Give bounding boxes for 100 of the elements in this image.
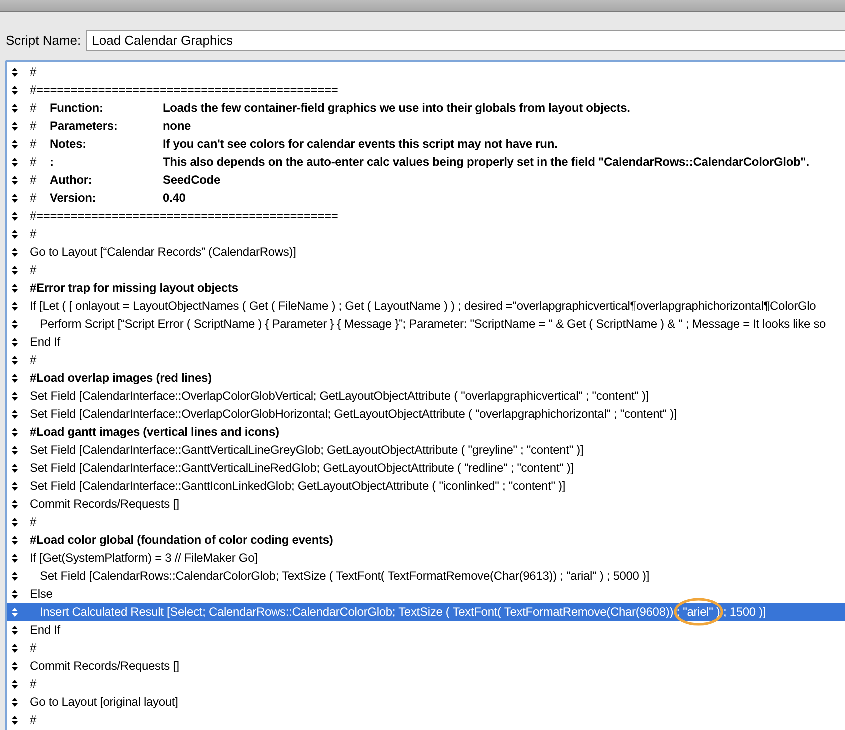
reorder-handle-icon[interactable] xyxy=(12,140,18,148)
reorder-handle-icon[interactable] xyxy=(12,500,18,508)
header-label: Version: xyxy=(50,191,98,205)
script-step-row[interactable]: # Function: Loads the few container-field graphics we use into their globals from layout objects. xyxy=(7,99,845,117)
reorder-handle-icon[interactable] xyxy=(12,536,18,544)
step-text: Commit Records/Requests [] xyxy=(30,497,180,511)
script-step-row[interactable]: # xyxy=(7,711,845,729)
script-step-row[interactable]: Set Field [CalendarInterface::GanttIconLinkedGlob; GetLayoutObjectAttribute ( "iconlinked" ; "content" )] xyxy=(7,477,845,495)
reorder-handle-icon[interactable] xyxy=(12,194,18,202)
script-step-row[interactable]: Set Field [CalendarInterface::OverlapColorGlobHorizontal; GetLayoutObjectAttribute ( "overlapgraphichorizontal" ; "content" )] xyxy=(7,405,845,423)
script-step-row[interactable]: #============================================ xyxy=(7,81,845,99)
reorder-handle-icon[interactable] xyxy=(12,410,18,418)
script-step-row[interactable]: End If xyxy=(7,621,845,639)
script-step-row[interactable]: # xyxy=(7,351,845,369)
step-text: If [Get(SystemPlatform) = 3 // FileMaker Go] xyxy=(30,551,258,565)
script-step-row[interactable]: # xyxy=(7,261,845,279)
reorder-handle-icon[interactable] xyxy=(12,464,18,472)
comment-mark: # xyxy=(30,173,38,187)
script-step-row[interactable]: End If xyxy=(7,333,845,351)
reorder-handle-icon[interactable] xyxy=(12,212,18,220)
reorder-handle-icon[interactable] xyxy=(12,716,18,724)
reorder-handle-icon[interactable] xyxy=(12,338,18,346)
step-text: End If xyxy=(30,623,60,637)
script-step-row[interactable]: #Load overlap images (red lines) xyxy=(7,369,845,387)
step-text: Set Field [CalendarInterface::GanttVerticalLineGreyGlob; GetLayoutObjectAttribute ( "greyline" ; "content" )] xyxy=(30,443,584,457)
step-text: Go to Layout [original layout] xyxy=(30,695,178,709)
script-step-row[interactable]: If [Get(SystemPlatform) = 3 // FileMaker Go] xyxy=(7,549,845,567)
reorder-handle-icon[interactable] xyxy=(12,302,18,310)
step-text: If [Let ( [ onlayout = LayoutObjectNames ( Get ( FileName ) ; Get ( LayoutName ) ) ; desired ="overlapgraphicvertical¶overlapgraphichorizontal¶ColorGlo xyxy=(30,299,816,313)
script-step-row[interactable]: # Notes: If you can't see colors for calendar events this script may not have run. xyxy=(7,135,845,153)
reorder-handle-icon[interactable] xyxy=(12,428,18,436)
script-step-row[interactable]: #Load gantt images (vertical lines and icons) xyxy=(7,423,845,441)
reorder-handle-icon[interactable] xyxy=(12,86,18,94)
reorder-handle-icon[interactable] xyxy=(12,644,18,652)
reorder-handle-icon[interactable] xyxy=(12,248,18,256)
script-step-row[interactable]: # Author: SeedCode xyxy=(7,171,845,189)
reorder-handle-icon[interactable] xyxy=(12,518,18,526)
reorder-handle-icon[interactable] xyxy=(12,68,18,76)
script-step-row[interactable]: Set Field [CalendarRows::CalendarColorGlob; TextSize ( TextFont( TextFormatRemove(Char(9613)) ; "arial" ) ; 5000 )] xyxy=(7,567,845,585)
reorder-handle-icon[interactable] xyxy=(12,356,18,364)
script-name-label: Script Name: xyxy=(6,33,82,48)
header-label: Function: xyxy=(50,101,104,115)
script-step-row[interactable]: Set Field [CalendarInterface::OverlapColorGlobVertical; GetLayoutObjectAttribute ( "overlapgraphicvertical" ; "content" )] xyxy=(7,387,845,405)
comment-mark: # xyxy=(30,137,38,151)
step-text: Set Field [CalendarInterface::GanttVerticalLineRedGlob; GetLayoutObjectAttribute ( "redline" ; "content" )] xyxy=(30,461,574,475)
comment-text: # xyxy=(30,353,37,367)
reorder-handle-icon[interactable] xyxy=(12,626,18,634)
reorder-handle-icon[interactable] xyxy=(12,482,18,490)
reorder-handle-icon[interactable] xyxy=(12,572,18,580)
header-label: Notes: xyxy=(50,137,88,151)
script-step-row[interactable]: # xyxy=(7,63,845,81)
reorder-handle-icon[interactable] xyxy=(12,122,18,130)
reorder-handle-icon[interactable] xyxy=(12,230,18,238)
comment-text: #Error trap for missing layout objects xyxy=(30,281,238,295)
script-step-row[interactable]: #============================================ xyxy=(7,207,845,225)
reorder-handle-icon[interactable] xyxy=(12,374,18,382)
header-value: 0.40 xyxy=(163,191,186,205)
step-text: Set Field [CalendarInterface::GanttIconLinkedGlob; GetLayoutObjectAttribute ( "iconlinked" ; "content" )] xyxy=(30,479,566,493)
reorder-handle-icon[interactable] xyxy=(12,446,18,454)
reorder-handle-icon[interactable] xyxy=(12,104,18,112)
reorder-handle-icon[interactable] xyxy=(12,680,18,688)
script-step-row[interactable]: # xyxy=(7,513,845,531)
script-step-row[interactable]: # xyxy=(7,639,845,657)
reorder-handle-icon[interactable] xyxy=(12,392,18,400)
reorder-handle-icon[interactable] xyxy=(12,158,18,166)
comment-text: # xyxy=(30,515,37,529)
script-step-row[interactable]: #Load color global (foundation of color coding events) xyxy=(7,531,845,549)
reorder-handle-icon[interactable] xyxy=(12,266,18,274)
header-label: Author: xyxy=(50,173,94,187)
reorder-handle-icon[interactable] xyxy=(12,590,18,598)
script-step-row[interactable]: If [Let ( [ onlayout = LayoutObjectNames ( Get ( FileName ) ; Get ( LayoutName ) ) ; desired ="overlapgraphicvertical¶overlapgraphichorizontal¶ColorGlo xyxy=(7,297,845,315)
script-step-row[interactable]: Else xyxy=(7,585,845,603)
script-step-row[interactable]: Perform Script [“Script Error ( ScriptName ) { Parameter } { Message }”; Parameter: "ScriptName = " & Get ( ScriptName ) & " ; Message = It looks like so xyxy=(7,315,845,333)
script-step-row[interactable]: Commit Records/Requests [] xyxy=(7,657,845,675)
script-name-field[interactable]: Load Calendar Graphics xyxy=(86,30,845,51)
reorder-handle-icon[interactable] xyxy=(12,608,18,616)
header-label: Parameters: xyxy=(50,119,119,133)
reorder-handle-icon[interactable] xyxy=(12,698,18,706)
step-text: End If xyxy=(30,335,60,349)
header-value: SeedCode xyxy=(163,173,220,187)
script-step-row[interactable]: # xyxy=(7,225,845,243)
script-step-row[interactable]: # Parameters: none xyxy=(7,117,845,135)
script-step-row[interactable]: Set Field [CalendarInterface::GanttVerticalLineGreyGlob; GetLayoutObjectAttribute ( "greyline" ; "content" )] xyxy=(7,441,845,459)
step-text: Else xyxy=(30,587,53,601)
reorder-handle-icon[interactable] xyxy=(12,320,18,328)
comment-text: #Load color global (foundation of color coding events) xyxy=(30,533,334,547)
script-step-row[interactable]: Go to Layout [original layout] xyxy=(7,693,845,711)
comment-mark: # xyxy=(30,119,38,133)
script-step-row[interactable]: # xyxy=(7,675,845,693)
reorder-handle-icon[interactable] xyxy=(12,662,18,670)
reorder-handle-icon[interactable] xyxy=(12,554,18,562)
script-step-row[interactable]: # Version: 0.40 xyxy=(7,189,845,207)
reorder-handle-icon[interactable] xyxy=(12,284,18,292)
script-step-row[interactable]: Set Field [CalendarInterface::GanttVerticalLineRedGlob; GetLayoutObjectAttribute ( "redline" ; "content" )] xyxy=(7,459,845,477)
script-step-row[interactable]: # : This also depends on the auto-enter calc values being properly set in the field "CalendarRows::CalendarColorGlob". xyxy=(7,153,845,171)
script-step-row[interactable]: Go to Layout [“Calendar Records” (CalendarRows)] xyxy=(7,243,845,261)
script-step-row[interactable]: Commit Records/Requests [] xyxy=(7,495,845,513)
script-step-row[interactable]: #Error trap for missing layout objects xyxy=(7,279,845,297)
comment-text: #Load overlap images (red lines) xyxy=(30,371,212,385)
reorder-handle-icon[interactable] xyxy=(12,176,18,184)
